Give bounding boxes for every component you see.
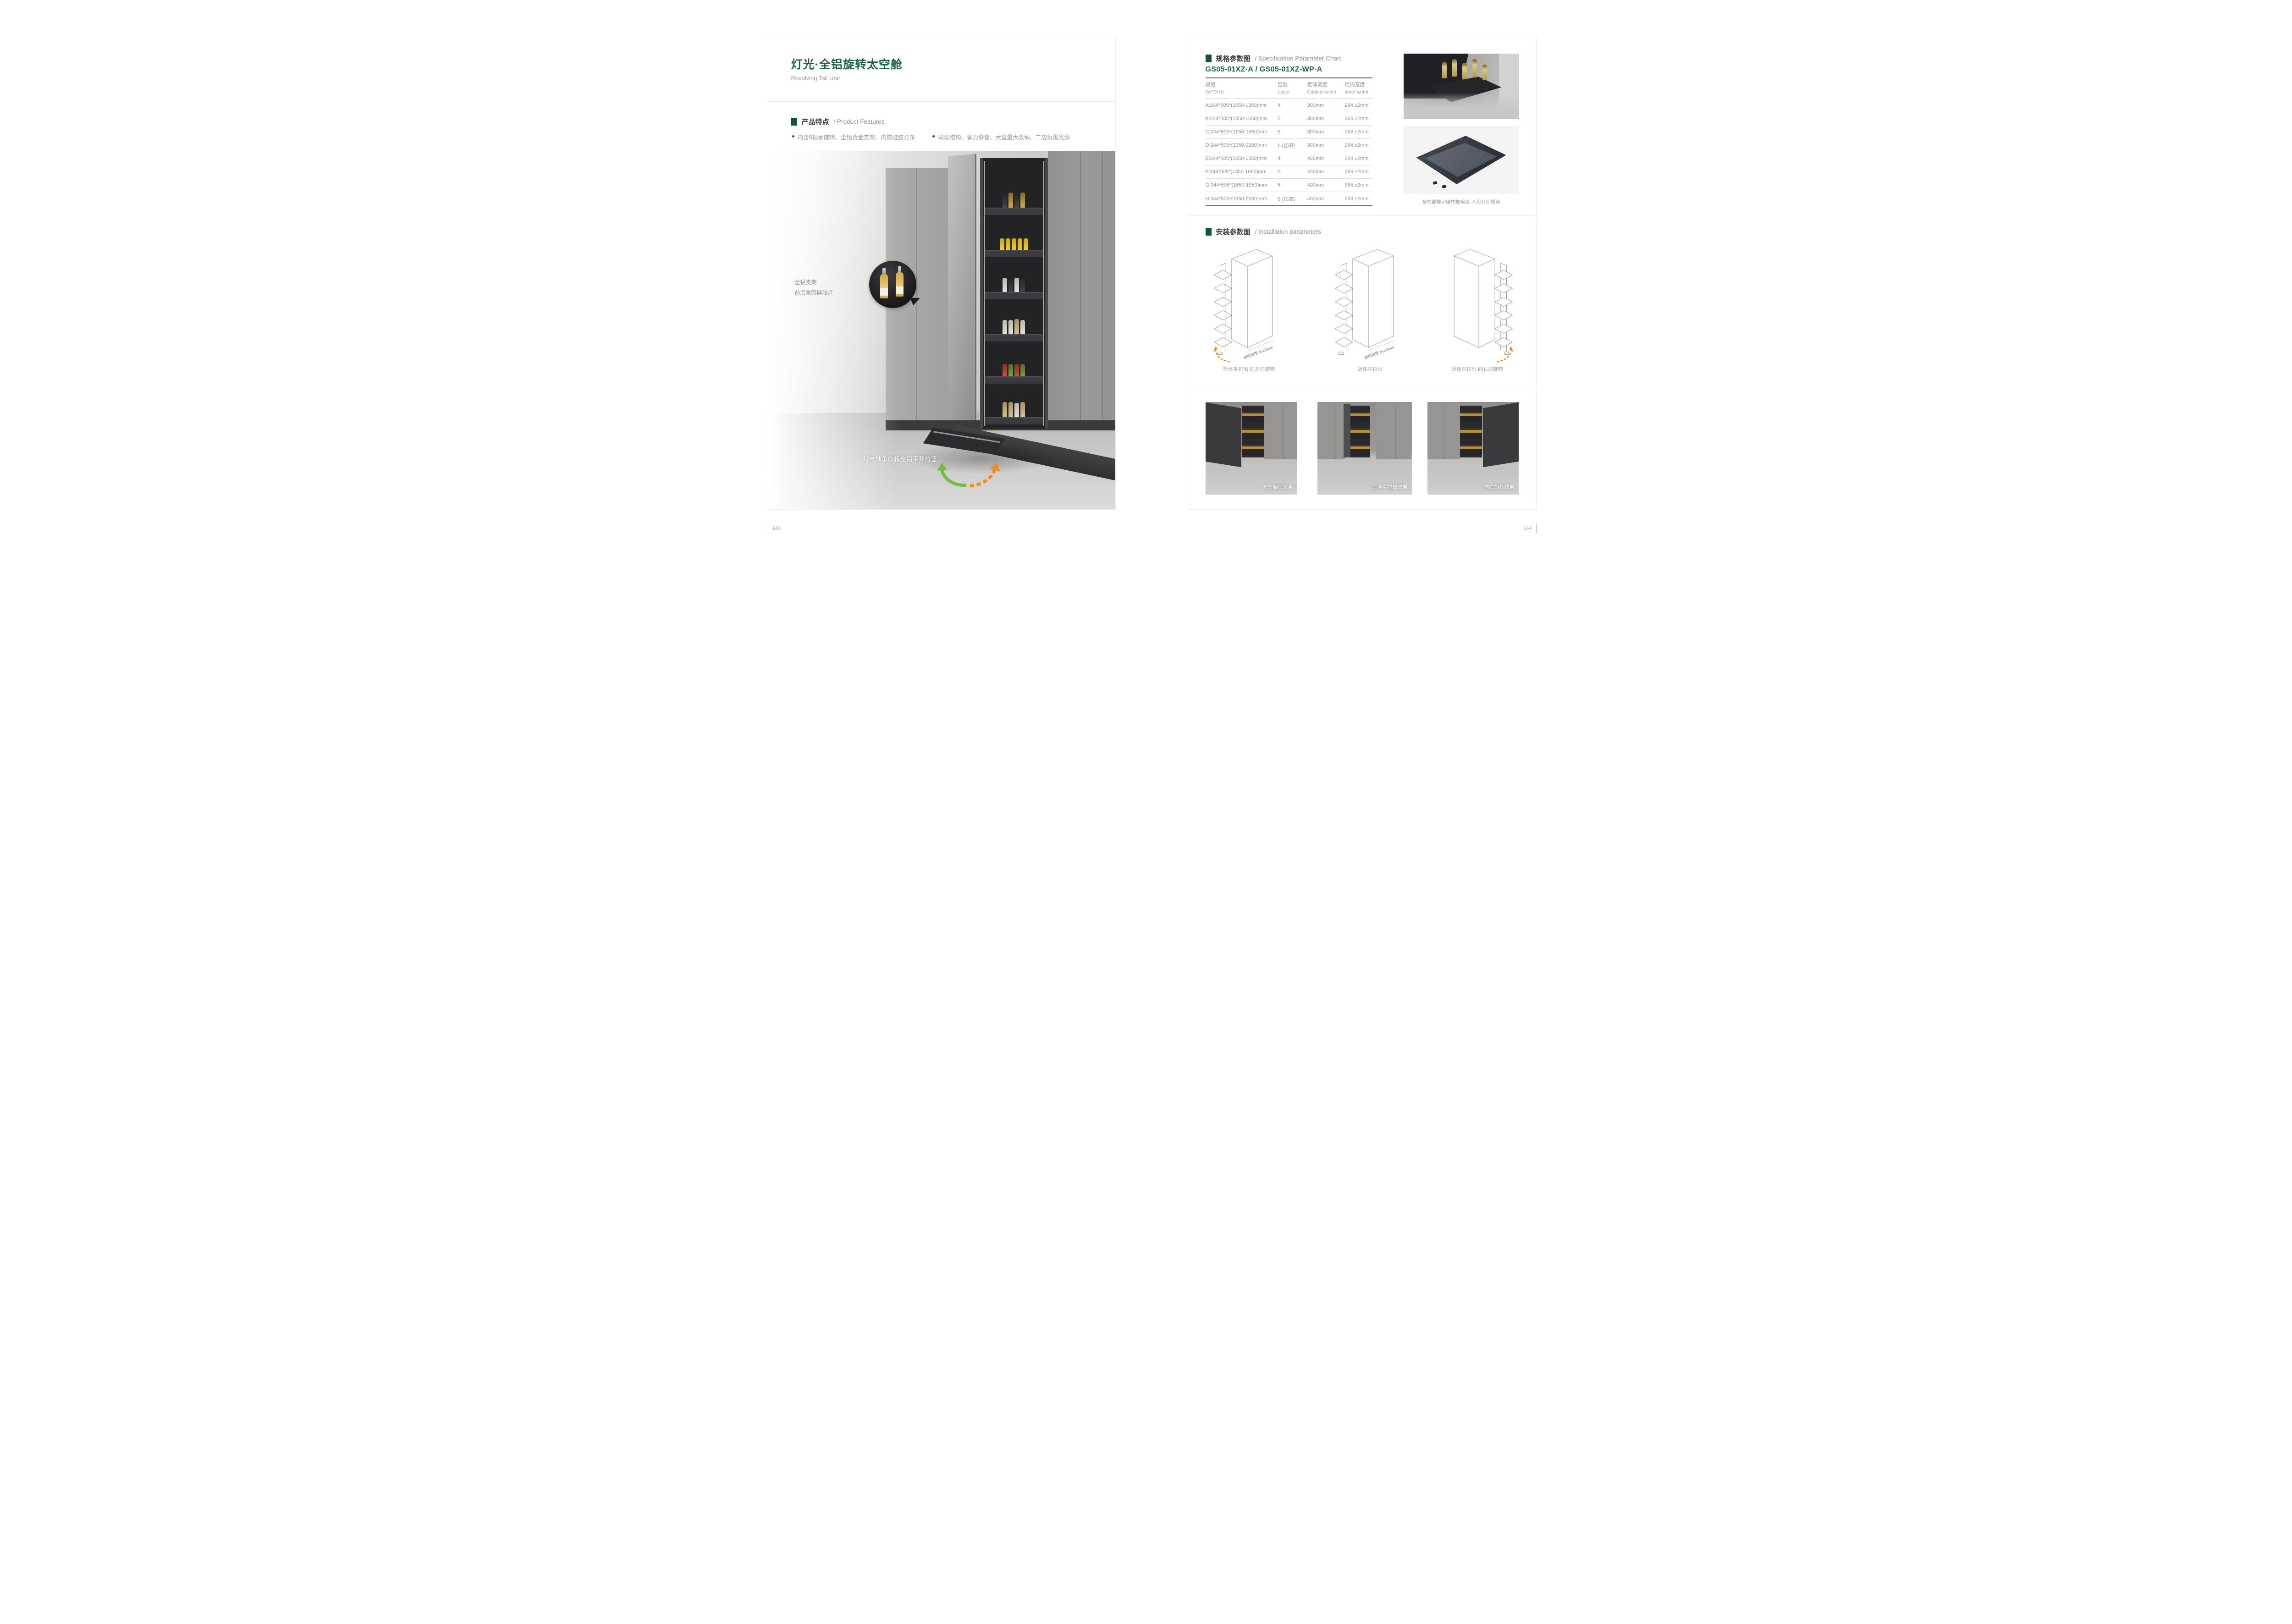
table-row: E:344*505*(1050-1350)mm4400mm364 ±2mm bbox=[1206, 152, 1372, 165]
installation-heading-cn: 安装参数图 bbox=[1216, 227, 1251, 237]
table-row: G:344*505*(1650-1950)mm6400mm364 ±2mm bbox=[1206, 179, 1372, 192]
product-title: 灯光·全铝旋转太空舱 bbox=[791, 55, 903, 72]
install-drawing-straight: 柜内深度 ≥520mm bbox=[1324, 244, 1416, 364]
drawing-caption: 篮体平拉出 向左边旋转 bbox=[1223, 365, 1275, 373]
open-cabinet-door bbox=[948, 154, 976, 429]
effect-caption: 向右旋转效果 bbox=[1484, 483, 1515, 490]
model-number: GS05-01XZ·A / GS05-01XZ-WP·A bbox=[1206, 66, 1322, 74]
rotation-arrows-icon bbox=[934, 461, 1003, 489]
table-row: A:244*505*(1050-1350)mm4300mm264 ±2mm bbox=[1206, 99, 1372, 112]
callout-line-1: 全铝支架 bbox=[795, 277, 868, 288]
table-row: D:244*505*(1950-2200)mm6 (加高)300mm264 ±2… bbox=[1206, 139, 1372, 152]
green-square-icon bbox=[1206, 228, 1212, 236]
table-row: H:344*505*(1950-2200)mm6 (加高)400mm364 ±2… bbox=[1206, 192, 1372, 205]
detail-photo-caption: 全内部棒卯结构玻璃篮·不见任何螺丝 bbox=[1404, 198, 1519, 205]
callout-label: 全铝支架 前后氛围硅胶灯 bbox=[795, 277, 868, 298]
table-row: B:244*505*(1350-1650)mm5300mm264 ±2mm bbox=[1206, 112, 1372, 126]
divider bbox=[768, 101, 1115, 102]
detail-photo-pullout bbox=[1404, 54, 1519, 119]
installation-heading: 安装参数图 / Installation parameters bbox=[1206, 227, 1321, 237]
table-row: C:244*505*(1650-1950)mm6300mm264 ±2mm bbox=[1206, 126, 1372, 139]
feature-item: 联动结构、省力静音、大容量大收纳、二边氛围光源 bbox=[932, 132, 1070, 141]
effect-photo-right-rotate: 向右旋转效果 bbox=[1427, 402, 1519, 495]
spec-heading-cn: 规格参数图 bbox=[1216, 54, 1251, 63]
table-row: F:344*505*(1350-1650)mm5400mm364 ±2mm bbox=[1206, 165, 1372, 179]
basket bbox=[986, 222, 1041, 257]
spec-table-header: 规格(W*D*H) 层数Layer 柜体宽度Cabinet width 柜内宽度… bbox=[1206, 78, 1372, 99]
photo-annotation: 灯光轴承旋转全铝平开拉篮 bbox=[863, 454, 937, 463]
page-number-right: 144 bbox=[1512, 523, 1537, 534]
revolving-tall-unit bbox=[980, 158, 1048, 429]
install-drawing-left-rotate: 柜内深度 ≥520mm bbox=[1203, 244, 1295, 364]
spec-table: 规格(W*D*H) 层数Layer 柜体宽度Cabinet width 柜内宽度… bbox=[1206, 77, 1372, 206]
page-number-left: 143 bbox=[768, 523, 781, 534]
effect-photo-left-rotate: 向左旋转效果 bbox=[1206, 402, 1297, 495]
features-heading: 产品特点 / Product Features bbox=[791, 117, 885, 127]
features-heading-cn: 产品特点 bbox=[802, 117, 829, 127]
basket bbox=[986, 307, 1041, 341]
feature-list: 内含8轴承旋转、全铝合金支架、内嵌硅胶灯条 联动结构、省力静音、大容量大收纳、二… bbox=[792, 132, 1070, 141]
effect-photo-pullout: 篮体平拉出效果 bbox=[1317, 402, 1412, 495]
feature-item: 内含8轴承旋转、全铝合金支架、内嵌硅胶灯条 bbox=[792, 132, 915, 141]
spec-heading-en: / Specification Parameter Chart bbox=[1255, 55, 1341, 62]
basket bbox=[986, 180, 1041, 215]
cabinet-doors-right bbox=[1048, 151, 1115, 421]
callout-line-2: 前后氛围硅胶灯 bbox=[795, 288, 868, 298]
drawing-caption: 篮体平拉出 bbox=[1357, 365, 1383, 373]
effect-caption: 向左旋转效果 bbox=[1263, 483, 1293, 490]
green-square-icon bbox=[791, 118, 797, 126]
install-drawing-right-rotate bbox=[1432, 244, 1523, 364]
drawing-caption: 篮体平拉出 向右边旋转 bbox=[1451, 365, 1503, 373]
detail-callout-circle bbox=[869, 261, 916, 308]
basket bbox=[986, 264, 1041, 299]
effect-caption: 篮体平拉出效果 bbox=[1372, 483, 1408, 490]
divider bbox=[1188, 215, 1536, 216]
green-square-icon bbox=[1206, 55, 1212, 62]
features-heading-en: / Product Features bbox=[834, 118, 885, 125]
installation-heading-en: / Installation parameters bbox=[1255, 228, 1321, 235]
spec-heading: 规格参数图 / Specification Parameter Chart bbox=[1206, 54, 1341, 63]
basket bbox=[986, 349, 1041, 384]
product-subtitle: Revolving Tall Unit bbox=[791, 75, 840, 82]
basket bbox=[986, 390, 1041, 424]
catalog-spread: 灯光·全铝旋转太空舱 Revolving Tall Unit 产品特点 / Pr… bbox=[731, 0, 1561, 541]
main-product-photo: 全铝支架 前后氛围硅胶灯 灯光轴承旋转全铝平开拉篮 bbox=[768, 151, 1115, 509]
right-page-card: 规格参数图 / Specification Parameter Chart GS… bbox=[1188, 37, 1537, 510]
detail-photo-basket bbox=[1404, 126, 1519, 194]
left-page-card: 灯光·全铝旋转太空舱 Revolving Tall Unit 产品特点 / Pr… bbox=[768, 37, 1116, 510]
